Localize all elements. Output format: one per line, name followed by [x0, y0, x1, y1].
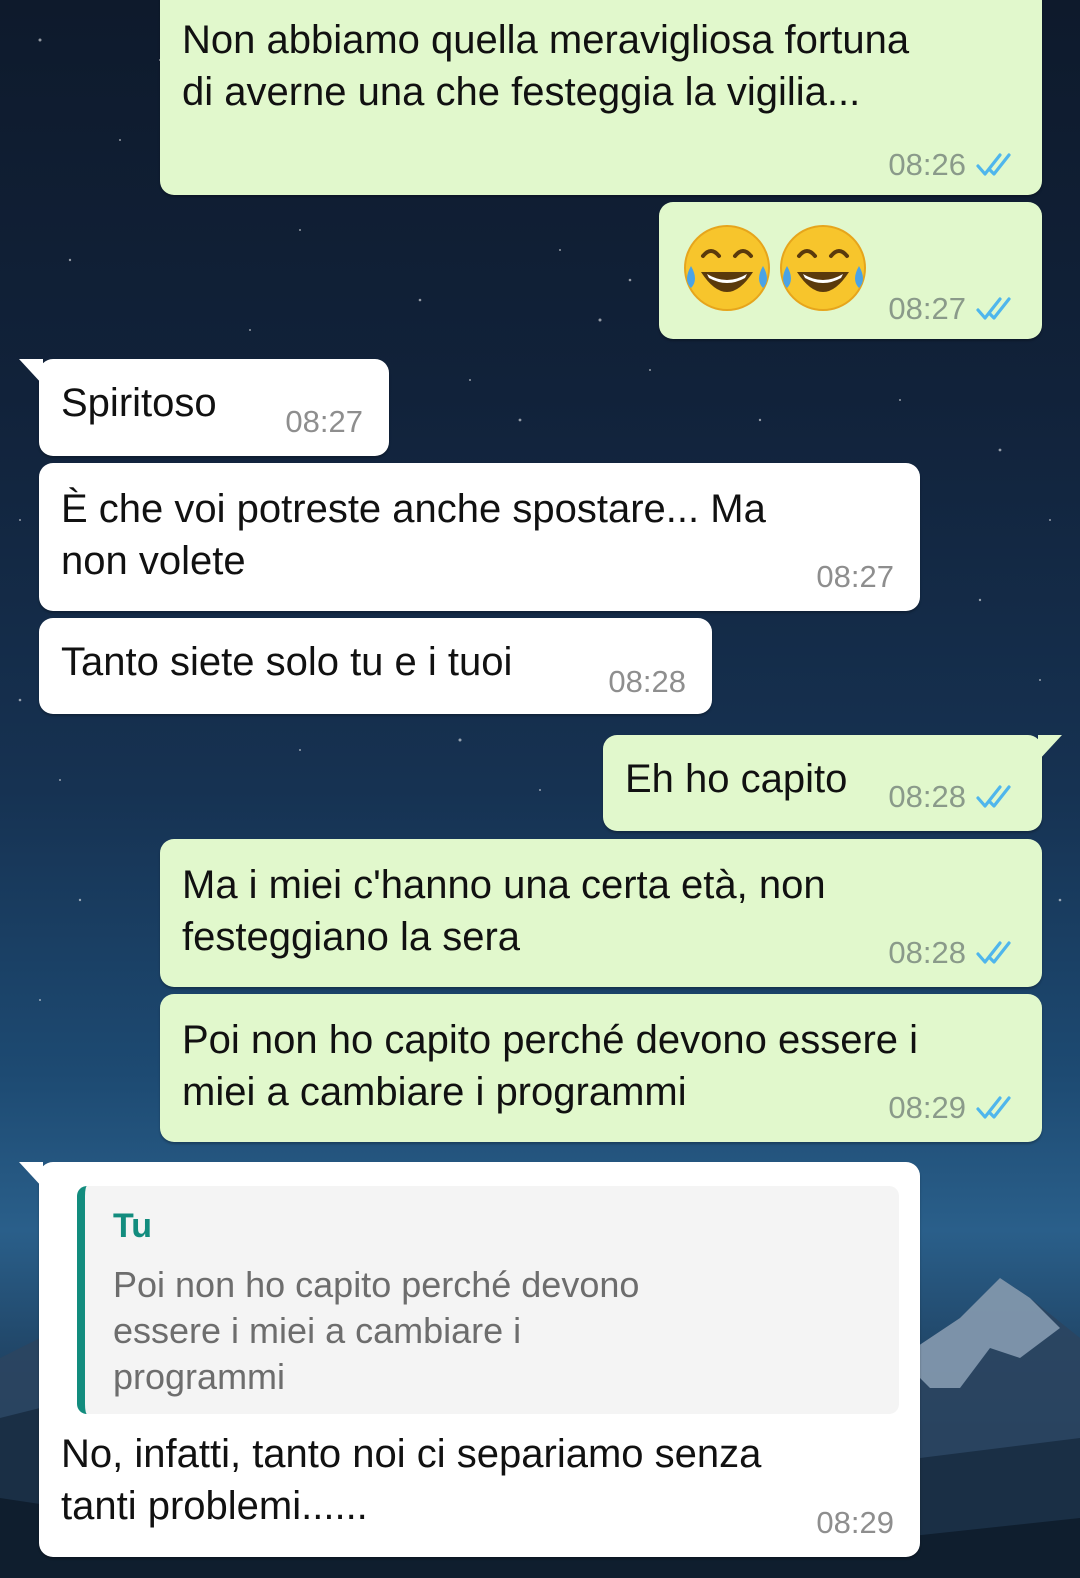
message-text: Tanto siete solo tu e i tuoi — [61, 640, 513, 684]
read-double-check-icon — [976, 297, 1011, 320]
message-meta: 08:29 — [816, 1505, 894, 1541]
message-meta: 08:26 — [888, 147, 1020, 183]
read-double-check-icon — [976, 153, 1011, 176]
message-meta: 08:29 — [888, 1090, 1020, 1126]
message-meta: 08:27 — [285, 404, 363, 440]
message-text: No, infatti, tanto noi ci separiamo senz… — [61, 1432, 762, 1528]
message-bubble-outgoing[interactable]: Ma i miei c'hanno una certa età, non fes… — [160, 839, 1042, 987]
message-bubble-incoming[interactable]: È che voi potreste anche spostare... Ma … — [39, 463, 920, 611]
read-double-check-icon — [976, 1096, 1011, 1119]
message-text: Ma i miei c'hanno una certa età, non fes… — [182, 863, 826, 959]
message-time: 08:29 — [816, 1505, 894, 1540]
read-double-check-icon — [976, 941, 1011, 964]
message-meta: 08:28 — [888, 779, 1020, 815]
quoted-message[interactable]: Tu Poi non ho capito perché devono esser… — [77, 1186, 899, 1414]
message-meta: 08:28 — [608, 664, 686, 700]
message-bubble-incoming[interactable]: Tanto siete solo tu e i tuoi 08:28 — [39, 618, 712, 714]
message-bubble-outgoing[interactable]: Eh ho capito 08:28 — [603, 735, 1062, 831]
message-time: 08:26 — [888, 147, 966, 182]
message-time: 08:27 — [888, 291, 966, 326]
message-text: Non abbiamo quella meravigliosa fortuna … — [182, 18, 910, 114]
quoted-message-text: Poi non ho capito perché devono essere i… — [113, 1264, 640, 1397]
tears-of-joy-emoji-icon — [684, 225, 770, 311]
message-bubble-incoming-reply[interactable]: Tu Poi non ho capito perché devono esser… — [19, 1162, 920, 1557]
message-time: 08:27 — [285, 404, 363, 439]
message-text: Spiritoso — [61, 381, 217, 425]
message-time: 08:27 — [816, 559, 894, 594]
quoted-message-author: Tu — [113, 1207, 153, 1245]
message-time: 08:28 — [888, 779, 966, 814]
bubble-tail — [19, 359, 43, 385]
message-text: È che voi potreste anche spostare... Ma … — [61, 487, 766, 583]
message-meta: 08:28 — [888, 935, 1020, 971]
message-meta: 08:27 — [888, 291, 1020, 327]
message-bubble-outgoing[interactable]: 08:27 — [659, 202, 1042, 339]
message-meta: 08:27 — [816, 559, 894, 595]
message-time: 08:28 — [608, 664, 686, 699]
message-text: Poi non ho capito perché devono essere i… — [182, 1018, 919, 1114]
message-bubble-outgoing[interactable]: Non abbiamo quella meravigliosa fortuna … — [160, 0, 1042, 195]
bubble-tail — [19, 1162, 43, 1188]
message-time: 08:28 — [888, 935, 966, 970]
message-bubble-outgoing[interactable]: Poi non ho capito perché devono essere i… — [160, 994, 1042, 1142]
tears-of-joy-emoji-icon — [780, 225, 866, 311]
message-time: 08:29 — [888, 1090, 966, 1125]
emoji-row — [681, 222, 869, 314]
read-double-check-icon — [976, 785, 1011, 808]
message-text: Eh ho capito — [625, 757, 848, 801]
message-bubble-incoming[interactable]: Spiritoso 08:27 — [19, 359, 389, 456]
bubble-tail — [1038, 735, 1062, 761]
